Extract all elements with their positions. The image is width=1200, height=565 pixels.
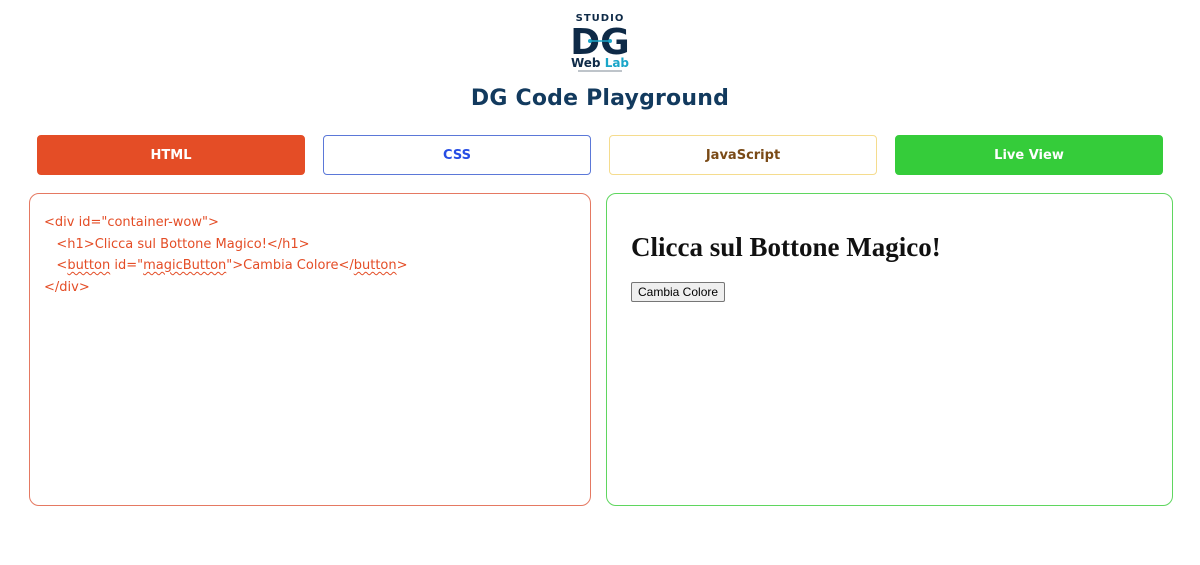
spellcheck-word: button [67, 258, 111, 273]
tab-javascript[interactable]: JavaScript [609, 135, 877, 175]
tab-css[interactable]: CSS [323, 135, 591, 175]
spellcheck-word: magicButton [143, 258, 227, 273]
code-line-2: <h1>Clicca sul Bottone Magico!</h1> [44, 234, 576, 256]
preview-heading: Clicca sul Bottone Magico! [631, 232, 941, 262]
live-preview-panel: Clicca sul Bottone Magico! Cambia Colore [606, 193, 1173, 506]
spellcheck-word: button [353, 258, 397, 273]
tab-html[interactable]: HTML [37, 135, 305, 175]
code-line-4: </div> [44, 279, 90, 295]
code-token: > [396, 258, 408, 273]
svg-text:Web Lab: Web Lab [571, 56, 629, 70]
code-line-2-text: <h1>Clicca sul Bottone Magico!</h1> [56, 236, 310, 252]
code-token: id=" [110, 258, 144, 273]
playground-page: STUDIO DG Web Lab DG Code Playground HTM… [0, 0, 1200, 565]
magic-button[interactable]: Cambia Colore [631, 282, 726, 302]
code-line-1: <div id="container-wow"> [44, 215, 219, 230]
studio-dg-logo[interactable]: STUDIO DG Web Lab [560, 10, 640, 74]
page-title: DG Code Playground [470, 86, 730, 111]
tab-live-view[interactable]: Live View [895, 135, 1163, 175]
code-token: ">Cambia Colore</ [226, 258, 354, 273]
tab-bar: HTML CSS JavaScript Live View [37, 135, 1163, 175]
html-code-editor[interactable]: <div id="container-wow"> <h1>Clicca sul … [29, 193, 591, 506]
code-token: < [56, 258, 68, 273]
code-line-3: <button id="magicButton">Cambia Colore</… [44, 255, 576, 277]
logo-graphic: STUDIO DG Web Lab [570, 13, 630, 72]
